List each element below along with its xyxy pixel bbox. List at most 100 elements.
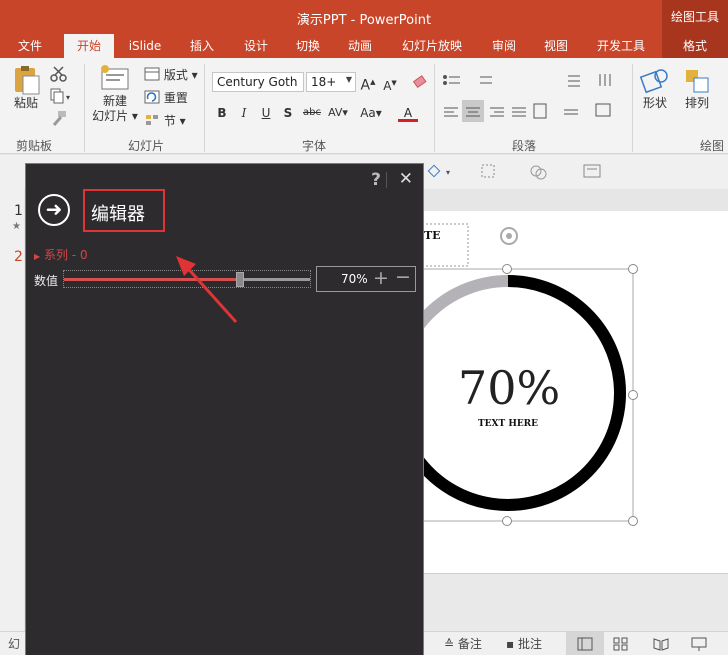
copy-icon[interactable]: ▾ <box>50 88 74 104</box>
section-icon <box>146 115 158 125</box>
circles-tool-icon <box>530 165 547 180</box>
section-label: 节 <box>163 114 176 128</box>
header-divider <box>386 172 387 188</box>
tab-file[interactable]: 文件 <box>8 34 52 58</box>
format-painter-icon[interactable] <box>50 110 68 126</box>
notes-button[interactable]: ≙ 备注 <box>444 635 482 652</box>
columns-icon <box>533 103 547 119</box>
tab-animations[interactable]: 动画 <box>338 34 382 58</box>
slides-group-label: 幻灯片 <box>128 139 165 153</box>
shape-button[interactable]: 形状 <box>636 66 674 111</box>
slide-thumb-number[interactable]: 2 <box>14 249 23 265</box>
arrange-label: 排列 <box>684 96 709 110</box>
paste-icon <box>15 66 40 95</box>
slide-thumb-number[interactable]: 1 <box>14 203 23 219</box>
status-slide-text: 幻 <box>8 637 21 651</box>
font-name-combo[interactable]: Century Goth <box>212 72 304 92</box>
paste-button[interactable]: 粘贴 <box>8 64 44 124</box>
title-bar: 演示PPT - PowerPoint 绘图工具 <box>0 0 728 34</box>
font-size-combo[interactable]: 18+ ▼ <box>306 72 356 92</box>
strikethrough-icon[interactable]: abc <box>302 104 322 122</box>
font-name-value: Century Goth <box>217 75 298 89</box>
comment-icon: ▪ <box>506 637 515 651</box>
arrange-button[interactable]: 排列 <box>680 66 714 111</box>
new-slide-button[interactable]: 新建 幻灯片 ▾ <box>90 64 140 132</box>
layout-icon <box>144 67 160 81</box>
clear-format-icon[interactable] <box>412 74 428 90</box>
underline-icon[interactable]: U <box>258 104 274 122</box>
tab-slideshow[interactable]: 幻灯片放映 <box>396 34 468 58</box>
notes-strip <box>424 573 728 631</box>
char-spacing-icon[interactable]: AV▾ <box>326 104 350 122</box>
font-group-label: 字体 <box>302 139 327 153</box>
star-icon: ★ <box>12 221 21 232</box>
group-divider <box>632 64 633 152</box>
tab-transitions[interactable]: 切换 <box>286 34 330 58</box>
shape-label: 形状 <box>642 96 667 110</box>
grow-font-icon[interactable]: A▲ <box>360 73 376 94</box>
text-box-label: TE <box>424 229 441 242</box>
slide-canvas[interactable]: TE 70% TEXT HERE <box>390 211 728 573</box>
frame-tool-icon <box>481 164 495 178</box>
tab-review[interactable]: 审阅 <box>482 34 526 58</box>
reset-icon <box>144 90 160 104</box>
close-icon[interactable]: ✕ <box>399 169 413 189</box>
reading-view-icon[interactable] <box>652 636 670 652</box>
normal-view-button[interactable] <box>566 632 604 655</box>
comments-button[interactable]: ▪ 批注 <box>506 635 542 652</box>
align-right-icon <box>490 107 504 117</box>
new-slide-icon <box>101 65 129 90</box>
help-icon[interactable]: ? <box>371 170 381 190</box>
align-left-icon <box>444 107 458 117</box>
paragraph-tools[interactable] <box>440 72 640 136</box>
islide-tools[interactable]: ▾ <box>424 161 624 183</box>
chevron-down-icon: ▼ <box>345 75 352 84</box>
slideshow-icon[interactable] <box>690 636 708 652</box>
tab-home[interactable]: 开始 <box>64 34 114 58</box>
font-size-value: 18+ <box>311 75 337 89</box>
tab-islide[interactable]: iSlide <box>122 34 168 58</box>
clipboard-group-label: 剪贴板 <box>16 139 53 153</box>
section-button[interactable]: 节 ▾ <box>144 112 186 129</box>
normal-view-icon <box>577 637 593 651</box>
change-case-icon[interactable]: Aa▾ <box>358 104 384 122</box>
arrow-right-icon[interactable]: ➜ <box>38 194 70 226</box>
value-input[interactable]: 70% + − <box>316 266 416 292</box>
paste-label: 粘贴 <box>13 96 38 110</box>
contextual-tab-label: 绘图工具 <box>662 0 728 34</box>
editor-title-highlight: 编辑器 <box>83 189 165 232</box>
shapes-icon <box>639 69 668 94</box>
new-slide-label-line2: 幻灯片 ▾ <box>92 109 138 123</box>
reset-label: 重置 <box>163 91 188 105</box>
series-item[interactable]: ▶ 系列 - 0 <box>34 246 88 263</box>
italic-icon[interactable]: I <box>236 104 252 122</box>
bullets-icon <box>443 75 460 85</box>
align-text-icon <box>564 109 578 115</box>
tab-insert[interactable]: 插入 <box>180 34 224 58</box>
image-tool-icon <box>583 164 601 178</box>
cut-icon[interactable] <box>50 66 68 82</box>
series-label: 系列 - 0 <box>43 248 88 262</box>
smartart-icon <box>595 103 611 117</box>
shadow-icon[interactable]: S <box>280 104 296 122</box>
ribbon-tabs: 文件 开始 iSlide 插入 设计 切换 动画 幻灯片放映 审阅 视图 开发工… <box>0 34 728 58</box>
slide-sorter-icon[interactable] <box>612 636 630 652</box>
shrink-font-icon[interactable]: A▼ <box>382 74 398 93</box>
line-spacing-icon <box>568 75 580 87</box>
reset-button[interactable]: 重置 <box>144 89 188 106</box>
tab-view[interactable]: 视图 <box>534 34 578 58</box>
tab-design[interactable]: 设计 <box>234 34 278 58</box>
group-divider <box>434 64 435 152</box>
plus-icon[interactable]: + <box>373 267 389 289</box>
rotate-handle-icon <box>500 227 518 245</box>
layout-button[interactable]: 版式 ▾ <box>144 66 198 83</box>
font-color-icon[interactable]: A <box>398 104 418 122</box>
bold-icon[interactable]: B <box>214 104 230 122</box>
tab-format[interactable]: 格式 <box>662 34 728 58</box>
drawing-group-label: 绘图 <box>700 139 725 153</box>
minus-icon[interactable]: − <box>395 266 411 288</box>
tab-developer[interactable]: 开发工具 <box>590 34 652 58</box>
arrange-icon <box>686 70 709 93</box>
justify-icon <box>512 107 526 117</box>
percent-text: 70% <box>458 361 561 415</box>
